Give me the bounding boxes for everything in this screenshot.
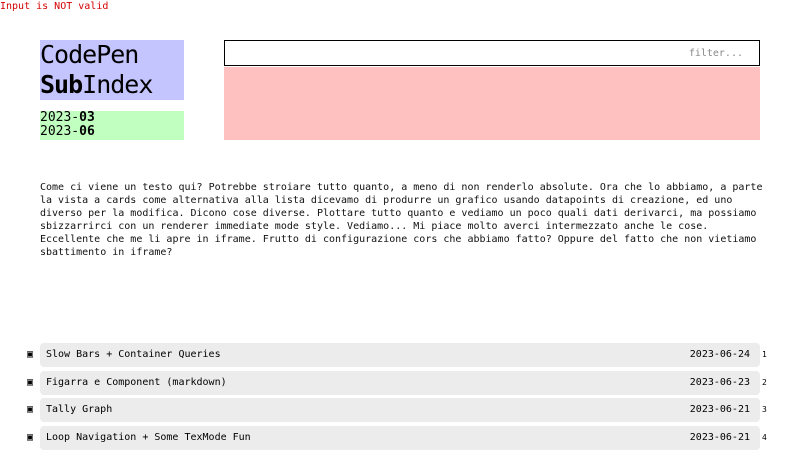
date-end-month: 06 <box>79 124 95 139</box>
pen-date: 2023-06-23 <box>689 376 750 388</box>
date-range-start: 2023-03 <box>40 111 184 125</box>
list-item-marker-icon: ▣ <box>27 349 34 360</box>
pen-index: 1 <box>762 350 767 359</box>
list-item: ▣ Slow Bars + Container Queries 2023-06-24… <box>0 343 800 367</box>
page: Input is NOT valid CodePen SubIndex 2023… <box>0 0 800 450</box>
pen-date: 2023-06-24 <box>689 349 750 360</box>
pen-title-link[interactable]: Figarra e Component (markdown) <box>46 376 227 390</box>
pen-card[interactable]: Tally Graph 2023-06-21 <box>40 398 760 422</box>
pen-title-link[interactable]: Loop Navigation + Some TexMode Fun <box>46 431 251 445</box>
app-title-line-1: CodePen <box>40 40 139 69</box>
list-item: ▣ Figarra e Component (markdown) 2023-06-2… <box>0 370 800 395</box>
date-range-end: 2023-06 <box>40 125 184 139</box>
list-item: ▣ Loop Navigation + Some TexMode Fun 2023-… <box>0 425 800 450</box>
date-start-month: 03 <box>79 110 95 125</box>
list-item-marker-icon: ▣ <box>27 404 34 415</box>
description-text: Come ci viene un testo qui? Potrebbe str… <box>40 182 763 258</box>
pen-index: 4 <box>762 432 767 442</box>
app-title-bold-part: Sub <box>40 70 83 99</box>
pen-card[interactable]: Slow Bars + Container Queries 2023-06-24 <box>40 343 760 367</box>
pen-card[interactable]: Figarra e Component (markdown) 2023-06-23 <box>40 370 760 395</box>
app-title: CodePen SubIndex <box>40 40 184 100</box>
app-title-rest-part: Index <box>82 70 153 99</box>
pen-title-link[interactable]: Slow Bars + Container Queries <box>46 348 221 362</box>
pen-index: 2 <box>762 377 767 387</box>
pen-title-link[interactable]: Tally Graph <box>46 403 112 417</box>
date-start-year: 2023- <box>40 110 80 125</box>
filter-input[interactable] <box>224 40 760 66</box>
list-item-marker-icon: ▣ <box>27 376 34 388</box>
pen-card[interactable]: Loop Navigation + Some TexMode Fun 2023-0… <box>40 425 760 450</box>
validation-error-message: Input is NOT valid <box>0 1 109 12</box>
filter-result-area <box>224 67 760 140</box>
list-item: ▣ Tally Graph 2023-06-21 3 <box>0 398 800 422</box>
pen-index: 3 <box>762 405 767 414</box>
list-item-marker-icon: ▣ <box>27 431 34 443</box>
pen-date: 2023-06-21 <box>689 431 750 443</box>
app-title-line-2: SubIndex <box>40 70 184 100</box>
date-end-year: 2023- <box>40 124 80 139</box>
pen-date: 2023-06-21 <box>689 404 750 415</box>
date-range: 2023-03 2023-06 <box>40 111 184 140</box>
pen-list: ▣ Slow Bars + Container Queries 2023-06-24… <box>0 343 800 450</box>
